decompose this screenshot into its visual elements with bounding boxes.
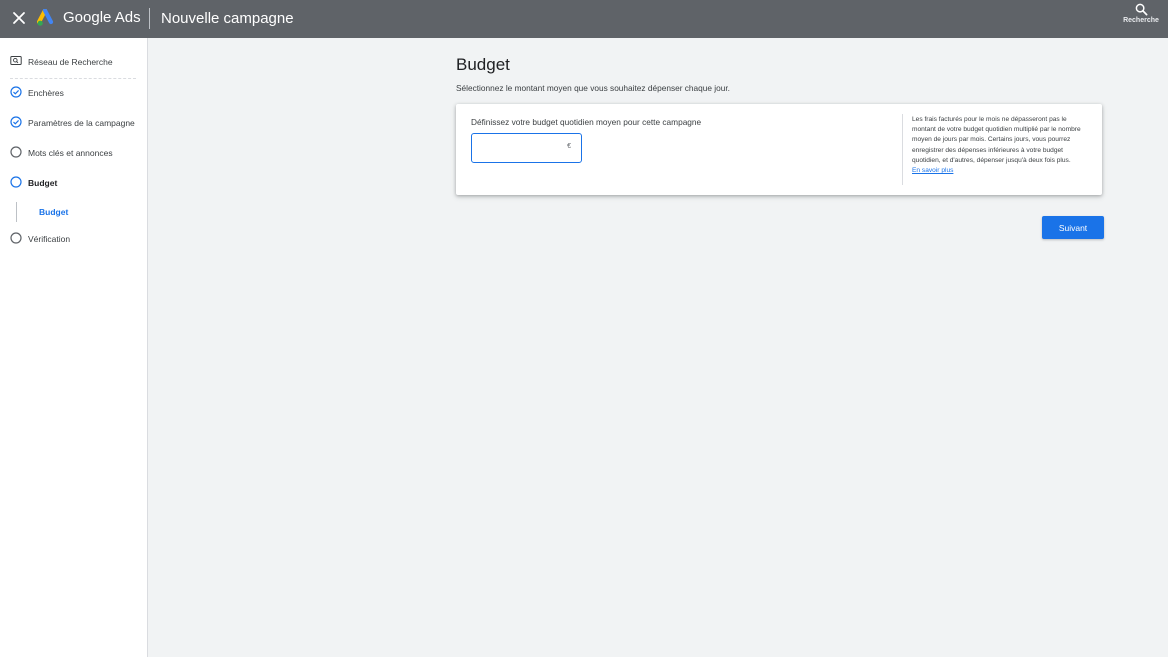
sidebar-subitem-label: Budget [39,207,69,217]
brand-ads: Ads [114,9,141,26]
sidebar-item-label: Vérification [28,234,71,244]
search-icon [1135,3,1147,16]
budget-input-label: Définissez votre budget quotidien moyen … [471,117,702,127]
empty-circle-icon [10,232,22,244]
budget-info: Les frais facturés pour le mois ne dépas… [912,115,1092,176]
page-subtitle: Sélectionnez le montant moyen que vous s… [456,83,730,93]
sidebar-item-label: Paramètres de la campagne [28,118,135,128]
sidebar-item-label: Budget [28,178,58,188]
sidebar: Réseau de Recherche Enchères Paramètres … [0,38,148,657]
sidebar-separator [10,78,136,79]
sidebar-item-label: Enchères [28,88,64,98]
budget-info-text: Les frais facturés pour le mois ne dépas… [912,116,1081,164]
brand-google: Google [63,9,112,26]
learn-more-link[interactable]: En savoir plus [912,166,1092,176]
budget-input[interactable] [478,140,560,156]
search-network-icon [10,55,22,67]
close-icon[interactable] [9,8,29,28]
currency-symbol: € [567,143,571,150]
next-button[interactable]: Suivant [1042,216,1104,239]
sidebar-item-review[interactable]: Vérification [0,228,147,250]
budget-card: Définissez votre budget quotidien moyen … [456,104,1102,195]
check-circle-icon [10,86,22,98]
empty-circle-icon [10,146,22,158]
sidebar-subitem-budget[interactable]: Budget [16,202,147,222]
page-header-title: Nouvelle campagne [161,10,294,27]
check-circle-icon [10,116,22,128]
sidebar-item-search-network[interactable]: Réseau de Recherche [0,51,147,73]
sidebar-item-campaign-settings[interactable]: Paramètres de la campagne [0,112,147,134]
card-divider [902,114,903,185]
empty-circle-icon [10,176,22,188]
header-divider [149,8,150,29]
brand-name: Google Ads [63,9,141,26]
sidebar-item-label: Mots clés et annonces [28,148,113,158]
top-bar: Google Ads Nouvelle campagne Recherche [0,0,1168,38]
sidebar-item-bidding[interactable]: Enchères [0,82,147,104]
sidebar-item-keywords-ads[interactable]: Mots clés et annonces [0,142,147,164]
search-button[interactable]: Recherche [1121,3,1161,33]
page-title: Budget [456,55,510,74]
sidebar-item-label: Réseau de Recherche [28,57,113,67]
budget-input-box[interactable]: € [471,133,582,163]
search-label: Recherche [1123,17,1159,24]
google-ads-logo-icon [36,8,57,27]
sidebar-item-budget[interactable]: Budget [0,172,147,194]
